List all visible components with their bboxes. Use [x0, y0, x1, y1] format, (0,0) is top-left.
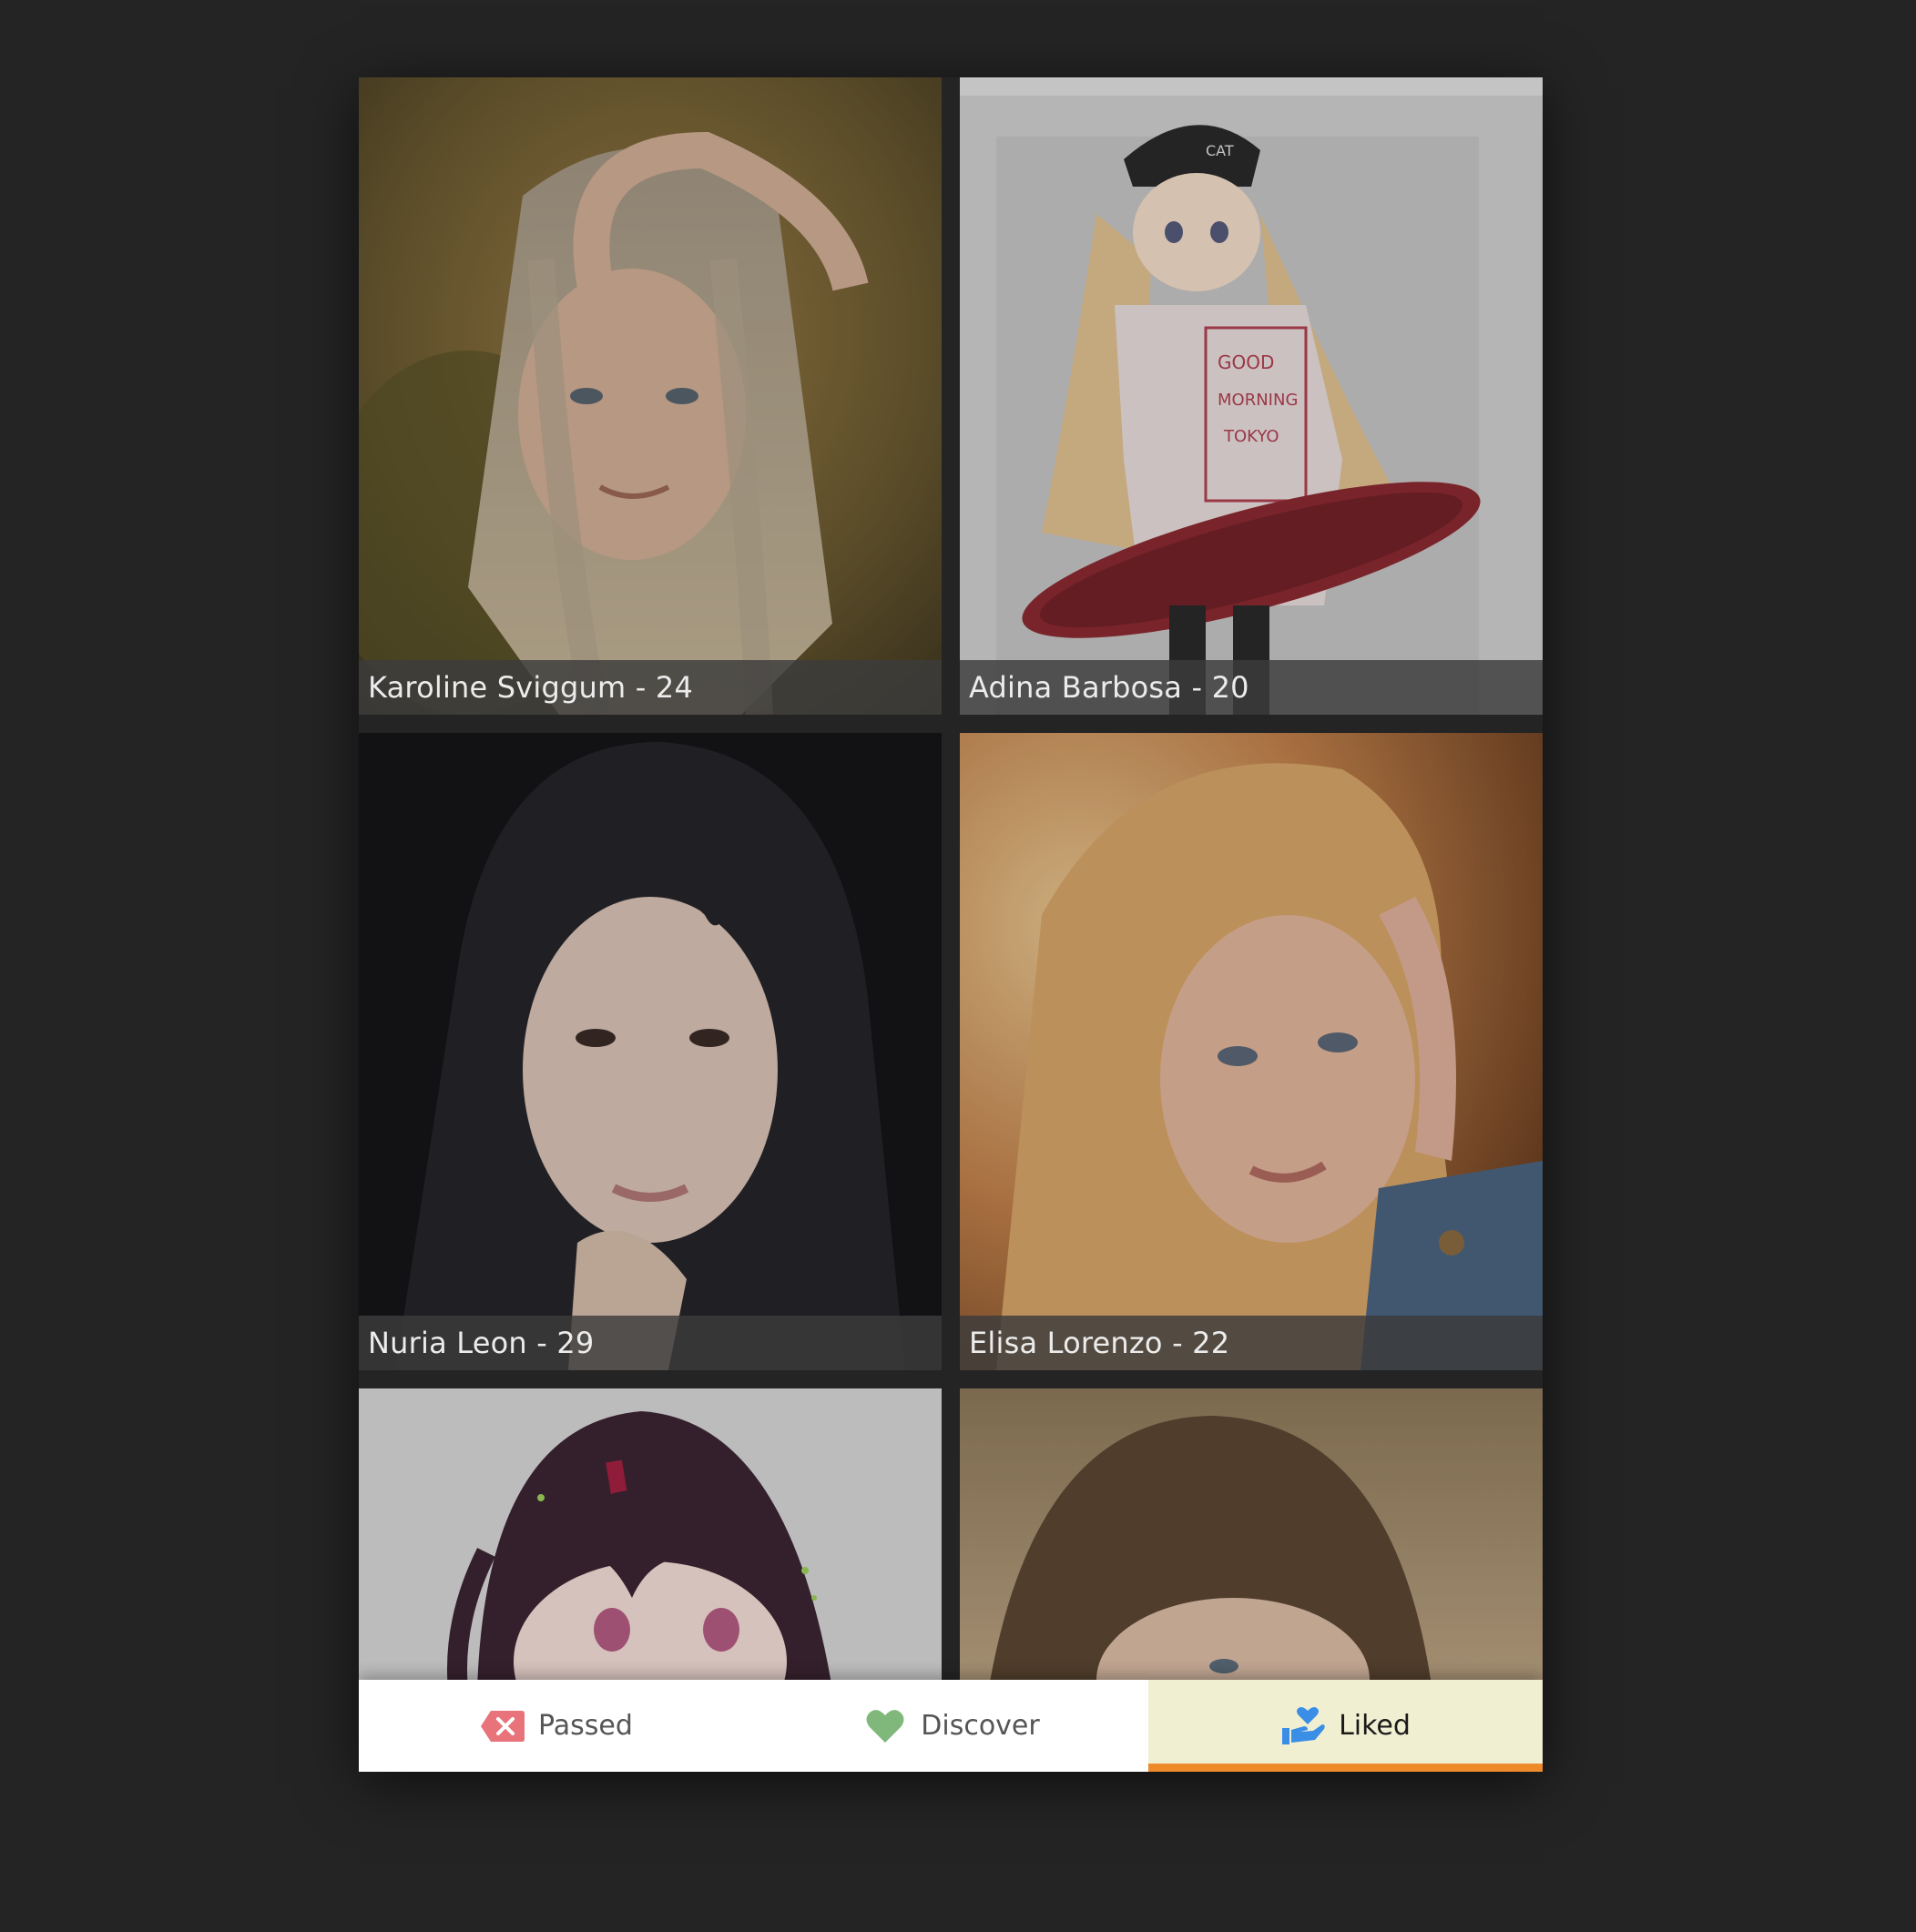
tab-label: Discover	[921, 1710, 1040, 1742]
profile-card[interactable]: Nuria Leon - 29	[359, 733, 942, 1370]
profile-photo	[359, 733, 942, 1370]
profile-card[interactable]: CAT GOOD MORNING TOKYO Adina Barbosa - 2…	[960, 77, 1543, 715]
tab-label: Passed	[538, 1710, 633, 1742]
tab-liked[interactable]: Liked	[1148, 1680, 1543, 1772]
tab-discover[interactable]: Discover	[754, 1680, 1148, 1772]
profile-card[interactable]	[359, 1388, 942, 1680]
profile-photo	[960, 733, 1543, 1370]
x-tag-icon	[480, 1708, 525, 1744]
profile-card[interactable]	[960, 1388, 1543, 1680]
heart-icon	[862, 1708, 908, 1744]
profile-name-age: Karoline Sviggum - 24	[359, 660, 942, 715]
hand-heart-icon	[1280, 1706, 1326, 1744]
app-window: Karoline Sviggum - 24 CAT GOOD MORNING T…	[359, 77, 1543, 1772]
profile-photo	[960, 1388, 1543, 1680]
bottom-tab-bar: Passed Discover Liked	[359, 1680, 1543, 1772]
profile-name-age: Adina Barbosa - 20	[960, 660, 1543, 715]
profile-photo: CAT GOOD MORNING TOKYO	[960, 77, 1543, 715]
profile-photo	[359, 1388, 942, 1680]
profile-name-age: Elisa Lorenzo - 22	[960, 1316, 1543, 1370]
profile-photo	[359, 77, 942, 715]
profile-grid: Karoline Sviggum - 24 CAT GOOD MORNING T…	[359, 77, 1543, 1680]
tab-label: Liked	[1339, 1710, 1411, 1742]
tab-passed[interactable]: Passed	[359, 1680, 754, 1772]
profile-name-age: Nuria Leon - 29	[359, 1316, 942, 1370]
profile-card[interactable]: Karoline Sviggum - 24	[359, 77, 942, 715]
profile-card[interactable]: Elisa Lorenzo - 22	[960, 733, 1543, 1370]
